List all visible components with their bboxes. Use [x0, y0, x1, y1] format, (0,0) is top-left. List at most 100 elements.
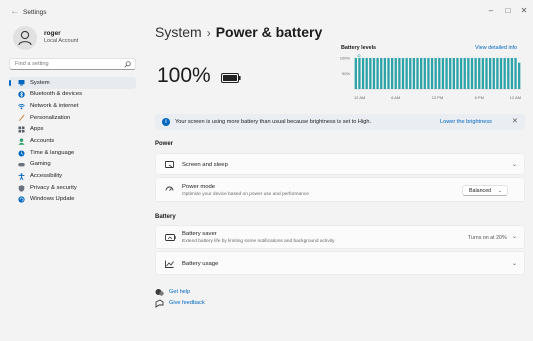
battery-full-icon [221, 73, 241, 83]
chart-bar [449, 58, 452, 89]
breadcrumb-separator: › [206, 26, 211, 40]
chart-bar [518, 62, 521, 89]
chart-bar [387, 58, 390, 89]
sidebar-item-personalization[interactable]: Personalization [9, 112, 136, 124]
chart-bar [470, 58, 474, 89]
title-bar: ← Settings – □ ✕ [0, 0, 533, 26]
sidebar-item-apps[interactable]: Apps [9, 124, 136, 136]
sidebar-item-label: Bluetooth & devices [30, 91, 83, 98]
chart-bar [398, 58, 401, 89]
battery-saver-description: Extend battery life by limiting some not… [182, 239, 335, 244]
chart-bar [474, 58, 477, 89]
battery-usage-card[interactable]: Battery usage ⌄ [155, 251, 525, 275]
profile-account-type: Local Account [44, 38, 79, 44]
sidebar-item-label: Privacy & security [30, 184, 77, 191]
active-indicator [9, 80, 11, 86]
chart-y-tick-label: 100% [340, 56, 351, 61]
power-mode-label: Power mode [182, 184, 216, 190]
chart-bar [423, 58, 426, 89]
chart-bar [510, 58, 514, 89]
power-mode-card: Power mode Optimize your device based on… [155, 177, 525, 202]
sidebar-nav: System Bluetooth & devices Network & inter… [9, 77, 136, 206]
sidebar-item-label: Network & internet [30, 102, 79, 109]
give-feedback-label: Give feedback [169, 300, 205, 306]
time-language-icon [18, 150, 25, 157]
chart-bar [456, 58, 459, 89]
chart-bar [354, 58, 357, 89]
sidebar-item-label: Personalization [30, 114, 71, 121]
battery-saver-card[interactable]: Battery saver Extend battery life by lim… [155, 225, 525, 249]
charging-icon [357, 54, 361, 58]
chart-bar [499, 58, 503, 89]
breadcrumb-parent[interactable]: System [155, 24, 202, 40]
power-section-heading: Power [155, 141, 174, 147]
get-help-label: Get help [169, 289, 191, 295]
sidebar-item-label: Apps [30, 126, 44, 133]
maximize-button[interactable]: □ [502, 5, 514, 17]
view-detailed-info-link[interactable]: View detailed info [475, 45, 517, 51]
chart-bar [401, 58, 405, 89]
chart-bar [459, 58, 463, 89]
sidebar-item-privacy-security[interactable]: Privacy & security [9, 182, 136, 194]
chart-bar [488, 58, 492, 89]
brightness-notification: i Your screen is using more battery than… [155, 114, 525, 130]
chart-x-tick-label: 12 AM [354, 95, 365, 100]
chart-bar [434, 58, 437, 89]
chart-bar [409, 58, 412, 89]
help-icon [155, 289, 164, 296]
power-mode-description: Optimize your device based on power use … [182, 192, 309, 197]
sidebar-item-network-internet[interactable]: Network & internet [9, 100, 136, 112]
window-title: Settings [23, 9, 47, 16]
chart-bar [412, 58, 416, 89]
system-icon [18, 80, 25, 86]
shield-icon [18, 184, 25, 192]
screen-and-sleep-card[interactable]: Screen and sleep ⌄ [155, 153, 525, 175]
close-button[interactable]: ✕ [518, 5, 530, 17]
chart-bar [358, 58, 361, 89]
battery-section-heading: Battery [155, 214, 176, 220]
sidebar-item-gaming[interactable]: Gaming [9, 159, 136, 171]
battery-percentage: 100% [157, 64, 211, 87]
sidebar-item-windows-update[interactable]: Windows Update [9, 194, 136, 206]
battery-levels-chart: 100% 50% 12 AM 6 AM 12 PM 6 PM 12 AM [340, 54, 521, 100]
sidebar-item-label: Accessibility [30, 173, 63, 180]
lower-brightness-link[interactable]: Lower the brightness [440, 119, 492, 125]
chart-bar [441, 58, 445, 89]
sidebar-item-system[interactable]: System [9, 77, 136, 89]
sidebar-item-label: Gaming [30, 161, 51, 168]
chart-bar [438, 58, 441, 89]
chart-bar [463, 58, 466, 89]
page-title: Power & battery [215, 24, 323, 40]
search-input[interactable]: Find a setting [9, 58, 136, 70]
chart-bar [485, 58, 488, 89]
screen-and-sleep-label: Screen and sleep [182, 162, 228, 168]
dismiss-notification-button[interactable]: ✕ [512, 117, 518, 125]
battery-saver-status: Turns on at 20% [468, 235, 507, 241]
search-icon [124, 61, 131, 68]
chart-bar [390, 58, 394, 89]
sidebar-item-accounts[interactable]: Accounts [9, 135, 136, 147]
power-mode-icon [165, 186, 174, 191]
chart-y-tick-label: 50% [342, 71, 350, 76]
chevron-down-icon: ⌄ [512, 234, 518, 240]
chart-bar [445, 58, 448, 89]
notification-text: Your screen is using more battery than u… [175, 119, 371, 125]
back-arrow-icon[interactable]: ← [10, 7, 20, 17]
accounts-icon [18, 138, 25, 145]
sidebar-item-accessibility[interactable]: Accessibility [9, 171, 136, 183]
feedback-icon [155, 299, 164, 308]
chart-bar [420, 58, 423, 89]
user-profile[interactable]: roger Local Account [13, 26, 141, 50]
minimize-button[interactable]: – [485, 5, 497, 17]
chart-x-tick-label: 6 PM [475, 95, 484, 100]
chart-bar [452, 58, 455, 89]
chart-bar [416, 58, 419, 89]
monitor-icon [165, 161, 174, 168]
breadcrumb: System › Power & battery [155, 24, 322, 40]
power-mode-dropdown[interactable]: Balanced ⌄ [462, 185, 508, 196]
search-placeholder: Find a setting [15, 61, 49, 67]
chart-bar [365, 58, 368, 89]
sidebar-item-time-language[interactable]: Time & language [9, 147, 136, 159]
sidebar-item-bluetooth-devices[interactable]: Bluetooth & devices [9, 89, 136, 101]
chart-bar [380, 58, 383, 89]
